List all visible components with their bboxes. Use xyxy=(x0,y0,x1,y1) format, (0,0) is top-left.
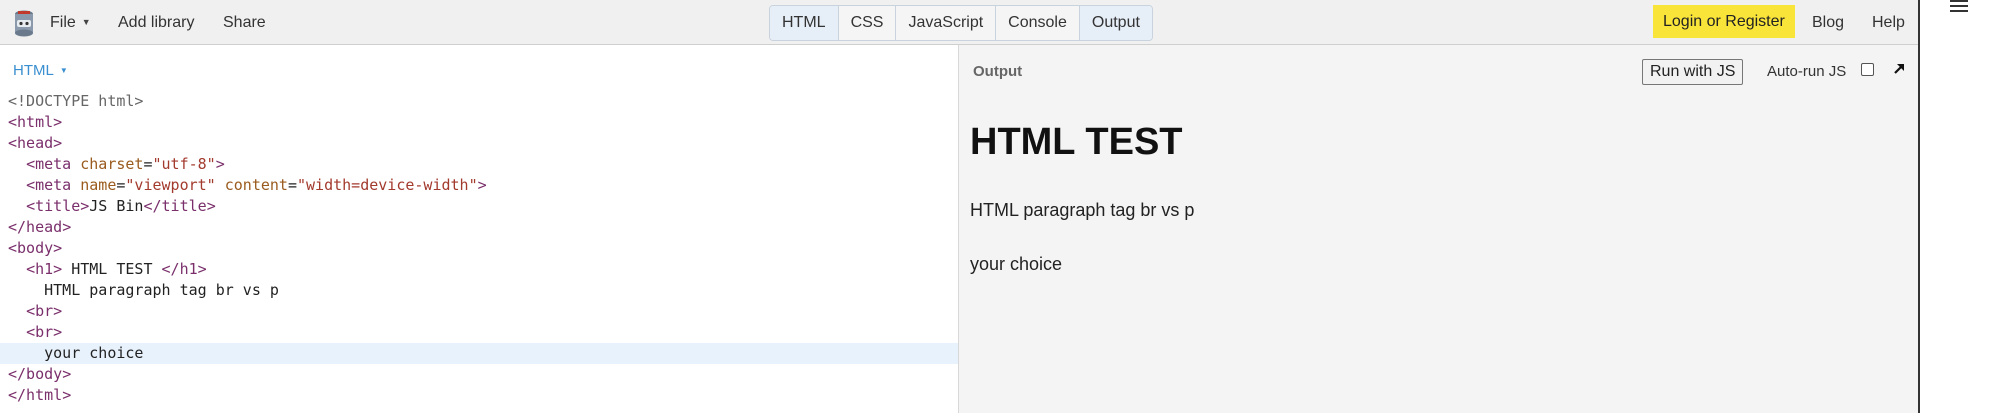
code-line[interactable]: <br> xyxy=(0,301,958,322)
code-line[interactable]: <h1> HTML TEST </h1> xyxy=(0,259,958,280)
code-line[interactable]: </body> xyxy=(0,364,958,385)
code-line[interactable]: </html> xyxy=(0,385,958,406)
autorun-label: Auto-run JS xyxy=(1767,63,1847,80)
panel-tabs: HTML CSS JavaScript Console Output xyxy=(769,5,1153,41)
jsbin-app: File ▼ Add library Share HTML CSS JavaScr… xyxy=(0,0,1991,413)
code-area[interactable]: <!DOCTYPE html> <html> <head> <meta charse… xyxy=(0,91,958,406)
editor-panel-label-text: HTML xyxy=(13,62,54,79)
file-menu-label: File xyxy=(50,14,76,31)
html-editor-panel[interactable]: HTML ▼ <!DOCTYPE html> <html> <head> <meta … xyxy=(0,45,959,413)
share-button[interactable]: Share xyxy=(223,14,266,32)
code-line[interactable]: </head> xyxy=(0,217,958,238)
jsbin-logo-icon[interactable] xyxy=(12,9,36,37)
right-gutter xyxy=(1918,0,1991,413)
hamburger-menu-icon[interactable] xyxy=(1950,0,1968,15)
output-text-line-2: your choice xyxy=(970,254,1063,274)
file-menu[interactable]: File ▼ xyxy=(50,14,91,32)
code-line[interactable]: <title>JS Bin</title> xyxy=(0,196,958,217)
caret-down-icon: ▼ xyxy=(81,17,91,27)
code-line[interactable]: <meta charset="utf-8"> xyxy=(0,154,958,175)
caret-down-icon: ▼ xyxy=(59,66,68,75)
output-panel-label: Output xyxy=(973,63,1023,80)
login-register-button[interactable]: Login or Register xyxy=(1653,5,1795,38)
code-line[interactable]: <br> xyxy=(0,322,958,343)
blog-link[interactable]: Blog xyxy=(1812,14,1844,32)
top-toolbar: File ▼ Add library Share HTML CSS JavaScr… xyxy=(0,0,1918,45)
output-text-line-1: HTML paragraph tag br vs p xyxy=(970,200,1195,220)
add-library-button[interactable]: Add library xyxy=(118,14,194,32)
tab-css[interactable]: CSS xyxy=(839,6,897,40)
code-line[interactable]: <!DOCTYPE html> xyxy=(0,91,958,112)
editor-panel-label[interactable]: HTML ▼ xyxy=(13,62,68,79)
popout-arrow-icon[interactable] xyxy=(1891,61,1907,77)
code-line[interactable]: <meta name="viewport" content="width=dev… xyxy=(0,175,958,196)
run-with-js-button[interactable]: Run with JS xyxy=(1642,59,1744,85)
help-link[interactable]: Help xyxy=(1872,14,1905,32)
tab-javascript[interactable]: JavaScript xyxy=(896,6,997,40)
output-panel: Output Run with JS Auto-run JS HTML TEST… xyxy=(959,45,1918,413)
output-heading: HTML TEST xyxy=(970,121,1183,163)
code-line[interactable]: <head> xyxy=(0,133,958,154)
code-line[interactable]: <body> xyxy=(0,238,958,259)
tab-output[interactable]: Output xyxy=(1079,6,1152,40)
code-line[interactable]: HTML paragraph tag br vs p xyxy=(0,280,958,301)
tab-console[interactable]: Console xyxy=(996,6,1080,40)
tab-html[interactable]: HTML xyxy=(770,6,839,40)
code-line[interactable]: <html> xyxy=(0,112,958,133)
autorun-checkbox[interactable] xyxy=(1861,63,1874,76)
code-line[interactable]: your choice xyxy=(0,343,958,364)
